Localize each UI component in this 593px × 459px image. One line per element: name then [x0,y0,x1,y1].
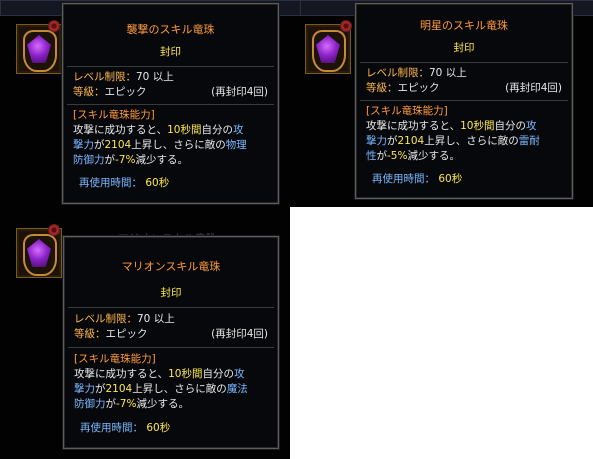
grade-label: 等級： [366,82,398,94]
description-segment: 攻 [525,120,537,132]
description-line: 撃力が2104上昇し、さらに敵の魔法 [74,382,268,397]
description-line: 攻撃に成功すると、10秒間自分の攻 [73,123,268,138]
gear-icon [340,20,352,32]
level-value: 70 以上 [429,67,467,79]
seal-status: 封印 [160,46,181,58]
cooldown-row: 再使用時間： 60秒 [73,176,268,191]
cooldown-label: 再使用時間： [372,173,435,185]
description-line: 攻撃に成功すると、10秒間自分の攻 [366,119,562,134]
ability-description: 攻撃に成功すると、10秒間自分の攻 撃力が2104上昇し、さらに敵の雷耐 性が-5%… [366,119,562,164]
description-segment: 攻撃に成功すると、 [74,368,169,380]
item-name: マリオンスキル竜珠 [121,260,221,273]
description-segment: 上昇し、さらに敵の [424,135,519,147]
description-segment: が [104,154,116,166]
reseal-count: (再封印4回) [211,86,268,98]
description-segment: 10秒間 [167,124,202,136]
description-segment: -7% [115,154,136,166]
description-segment: 10秒間 [168,368,203,380]
grade-label: 等級： [73,86,105,98]
description-segment: 撃力 [366,135,387,147]
description-segment: 性 [366,150,377,162]
description-segment: -5% [387,150,408,162]
description-line: 防御力が-7%減少する。 [73,153,268,168]
level-row: レベル制限：70 以上 [366,66,562,81]
cooldown-label: 再使用時間： [79,177,142,189]
item-name: 明星のスキル竜珠 [420,19,508,32]
description-segment: 攻 [232,124,244,136]
section-header: [スキル竜珠能力] [73,109,155,121]
description-segment: 減少する。 [136,398,189,410]
section-header: [スキル竜珠能力] [74,353,156,365]
description-segment: が [387,135,398,147]
description-line: 撃力が2104上昇し、さらに敵の雷耐 [366,134,562,149]
cooldown-value: 60秒 [145,177,170,189]
item-tooltip-1: 襲撃のスキル竜珠 封印 レベル制限：70 以上 等級：エピック (再封印4回) [… [62,3,279,204]
cooldown-row: 再使用時間： 60秒 [366,172,562,187]
description-segment: 防御力 [73,154,105,166]
description-segment: 2104 [397,135,425,147]
cooldown-label: 再使用時間： [80,422,143,434]
description-segment: 自分の [202,368,234,380]
description-segment: 上昇し、さらに敵の [132,383,227,395]
grade-row: 等級：エピック (再封印4回) [74,327,268,342]
grade-label: 等級： [74,328,106,340]
description-segment: 上昇し、さらに敵の [131,139,226,151]
description-line: 撃力が2104上昇し、さらに敵の物理 [73,138,268,153]
description-segment: 攻撃に成功すると、 [366,120,461,132]
grade-row: 等級：エピック (再封印4回) [73,85,268,100]
item-tooltip-2: 明星のスキル竜珠 封印 レベル制限：70 以上 等級：エピック (再封印4回) [… [355,3,573,199]
level-value: 70 以上 [137,313,175,325]
description-segment: 2104 [105,383,133,395]
description-segment: 物理 [225,139,247,151]
blank-area [290,207,593,459]
cooldown-value: 60秒 [146,422,171,434]
description-line: 攻撃に成功すると、10秒間自分の攻 [74,367,268,382]
description-segment: 攻 [233,368,245,380]
description-segment: が [105,398,117,410]
grade-value: エピック [105,328,148,340]
description-line: 防御力が-7%減少する。 [74,397,268,412]
grade-value: エピック [104,86,147,98]
ability-description: 攻撃に成功すると、10秒間自分の攻 撃力が2104上昇し、さらに敵の物理 防御力が-… [73,123,268,168]
seal-status: 封印 [453,42,475,54]
description-segment: 撃力 [74,383,95,395]
description-segment: 減少する。 [135,154,188,166]
description-segment: 10秒間 [460,120,495,132]
description-segment: 撃力 [73,139,94,151]
description-segment: 自分の [201,124,233,136]
cooldown-row: 再使用時間： 60秒 [74,421,268,436]
gear-icon [48,224,60,236]
level-row: レベル制限：70 以上 [74,312,268,327]
gear-icon [48,20,60,32]
seal-status: 封印 [160,287,182,299]
section-header: [スキル竜珠能力] [366,105,448,117]
description-segment: 減少する。 [407,150,460,162]
description-segment: -7% [116,398,137,410]
description-segment: 2104 [104,139,132,151]
level-label: レベル制限： [366,67,429,79]
reseal-count: (再封印4回) [505,82,562,94]
item-name: 襲撃のスキル竜珠 [126,23,215,36]
description-segment: 雷耐 [518,135,540,147]
cooldown-value: 60秒 [438,173,463,185]
level-label: レベル制限： [74,313,137,325]
level-value: 70 以上 [136,71,174,83]
item-tooltip-3: マリオンスキル竜珠 封印 レベル制限：70 以上 等級：エピック (再封印4回) … [63,236,279,449]
level-row: レベル制限：70 以上 [73,70,268,85]
reseal-count: (再封印4回) [211,328,268,340]
grade-value: エピック [397,82,440,94]
description-segment: 自分の [494,120,526,132]
ability-description: 攻撃に成功すると、10秒間自分の攻 撃力が2104上昇し、さらに敵の魔法 防御力が-… [74,367,268,412]
description-segment: が [95,383,106,395]
description-segment: 攻撃に成功すると、 [73,124,168,136]
description-segment: 魔法 [226,383,248,395]
description-segment: が [94,139,105,151]
description-segment: が [376,150,388,162]
level-label: レベル制限： [73,71,136,83]
description-segment: 防御力 [74,398,106,410]
description-line: 性が-5%減少する。 [366,149,562,164]
grade-row: 等級：エピック (再封印4回) [366,81,562,96]
